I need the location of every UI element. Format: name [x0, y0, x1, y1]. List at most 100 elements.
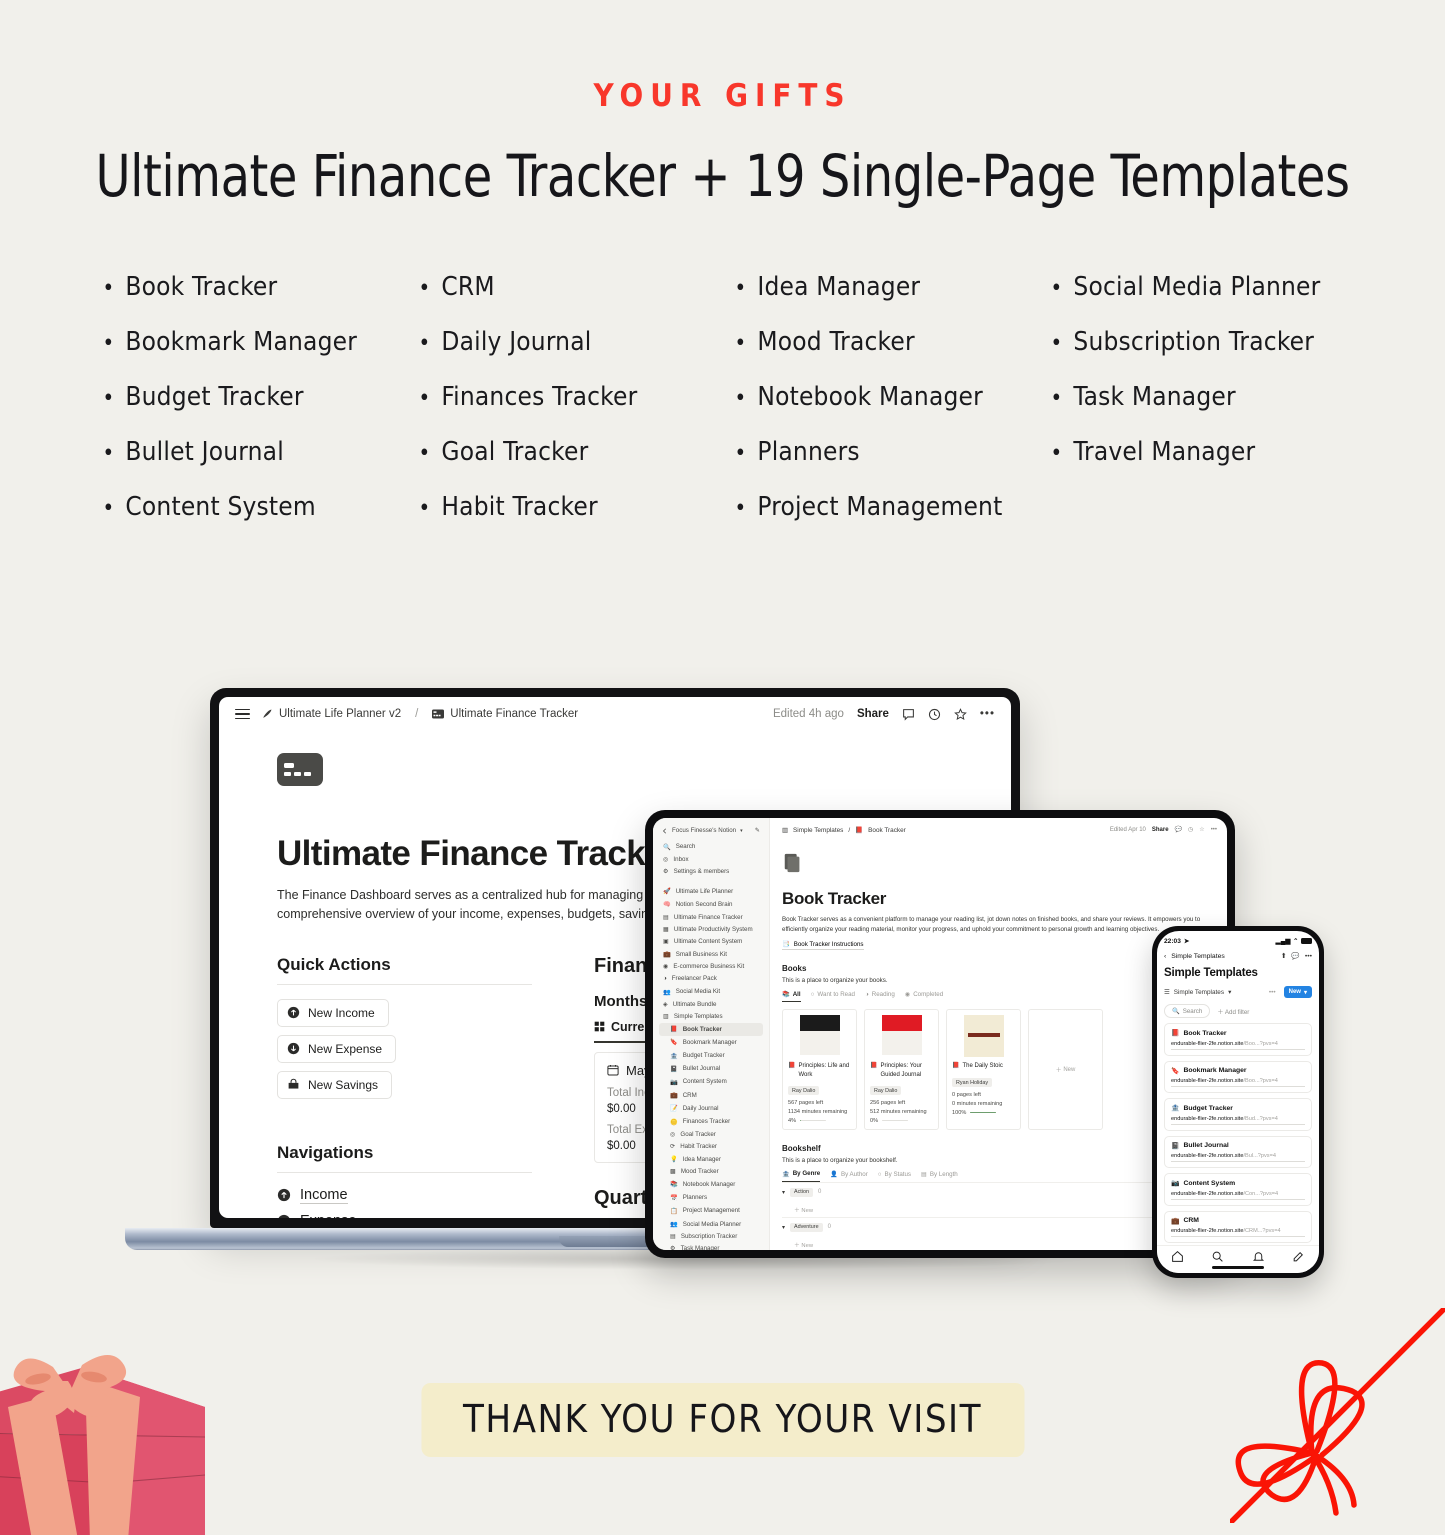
home-icon[interactable] — [1171, 1250, 1184, 1263]
sidebar-item-social-media-kit[interactable]: 👥 Social Media Kit — [659, 985, 763, 998]
sidebar-item-settings[interactable]: ⚙ Settings & members — [659, 865, 763, 877]
more-options-icon[interactable]: ••• — [1305, 953, 1312, 960]
sidebar-item-notion-second-brain[interactable]: 🧠 Notion Second Brain — [659, 898, 763, 911]
sidebar-item-subscription-tracker[interactable]: ▤ Subscription Tracker — [659, 1231, 763, 1243]
sidebar-item-mood-tracker[interactable]: ▩ Mood Tracker — [659, 1166, 763, 1178]
breadcrumb-item-page[interactable]: Ultimate Finance Tracker — [432, 708, 578, 720]
bookshelf-group[interactable]: ▾ Action 0 — [782, 1181, 1215, 1202]
sidebar-item-small-business-kit[interactable]: 💼 Small Business Kit — [659, 948, 763, 961]
sidebar-item-finances-tracker[interactable]: 🪙 Finances Tracker — [659, 1115, 763, 1128]
search-icon[interactable] — [1211, 1250, 1224, 1263]
bell-icon[interactable] — [1252, 1250, 1265, 1263]
bookshelf-group-new[interactable]: ＋ New — [782, 1237, 1215, 1250]
star-icon[interactable]: ☆ — [1199, 826, 1204, 833]
sidebar-item-goal-tracker[interactable]: ◎ Goal Tracker — [659, 1128, 763, 1140]
list-item[interactable]: 📓 Bullet Journal endurable-flier-2fe.noti… — [1164, 1135, 1312, 1168]
tab-by-author[interactable]: 👤 By Author — [830, 1170, 868, 1182]
bullet-icon: • — [418, 331, 431, 356]
tab-want-to-read[interactable]: ○ Want to Read — [811, 990, 855, 1002]
sidebar-item-search[interactable]: 🔍 Search — [659, 840, 763, 853]
breadcrumb-label[interactable]: Book Tracker — [868, 827, 906, 834]
bookshelf-group[interactable]: ▾ Adventure 0 — [782, 1216, 1215, 1237]
sidebar-item-inbox[interactable]: ◎ Inbox — [659, 853, 763, 865]
tab-by-genre[interactable]: 🏦 By Genre — [782, 1170, 821, 1182]
comment-icon[interactable]: 💬 — [1175, 826, 1182, 833]
list-item: • Finances Tracker — [419, 382, 735, 412]
sidebar-item-project-management[interactable]: 📋 Project Management — [659, 1204, 763, 1217]
more-options-icon[interactable]: ••• — [1269, 989, 1276, 996]
sidebar-item-planners[interactable]: 📅 Planners — [659, 1191, 763, 1204]
sidebar-item-book-tracker[interactable]: 📕 Book Tracker — [659, 1022, 763, 1036]
new-book-button[interactable]: ＋ New — [1028, 1009, 1103, 1130]
share-button[interactable]: Share — [857, 708, 889, 720]
share-button[interactable]: Share — [1152, 827, 1169, 833]
sidebar-item-ultimate-productivity-system[interactable]: ▦ Ultimate Productivity System — [659, 923, 763, 935]
database-name[interactable]: Simple Templates — [1174, 989, 1224, 996]
compose-icon[interactable]: ✎ — [755, 827, 760, 834]
tab-all[interactable]: 📚 All — [782, 990, 801, 1003]
list-item[interactable]: 📕 Book Tracker endurable-flier-2fe.notion… — [1164, 1023, 1312, 1056]
sidebar-item-simple-templates[interactable]: ▥ Simple Templates — [659, 1010, 763, 1022]
new-expense-button[interactable]: New Expense — [277, 1034, 397, 1063]
clock-icon[interactable] — [928, 708, 941, 721]
book-cover — [952, 1015, 1015, 1058]
sidebar-item-bullet-journal[interactable]: 📓 Bullet Journal — [659, 1062, 763, 1075]
book-card[interactable]: 📕 Principles: Life and Work Ray Dalio 567… — [782, 1009, 857, 1130]
collapse-icon — [662, 827, 667, 834]
sidebar-item-notebook-manager[interactable]: 📚 Notebook Manager — [659, 1178, 763, 1191]
sidebar-item-label: Simple Templates — [673, 1013, 723, 1021]
sidebar-item-budget-tracker[interactable]: 🏦 Budget Tracker — [659, 1049, 763, 1062]
sidebar-item-ultimate-finance-tracker[interactable]: ▤ Ultimate Finance Tracker — [659, 911, 763, 923]
menu-icon[interactable] — [235, 708, 250, 720]
breadcrumb-item-workspace[interactable]: Ultimate Life Planner v2 — [261, 708, 401, 720]
new-button[interactable]: New ▾ — [1283, 986, 1312, 998]
sidebar-item-ecommerce-business-kit[interactable]: ◉ E-commerce Business Kit — [659, 961, 763, 973]
sidebar-item-freelancer-pack[interactable]: ◑ Freelancer Pack — [659, 973, 763, 985]
comment-icon[interactable] — [902, 708, 915, 721]
tab-completed[interactable]: ◉ Completed — [905, 990, 943, 1002]
nav-item-expense[interactable]: Expense — [277, 1213, 532, 1218]
comment-icon[interactable]: 💬 — [1291, 952, 1299, 960]
back-label[interactable]: Simple Templates — [1171, 953, 1225, 960]
sidebar-item-task-manager[interactable]: ⚙ Task Manager — [659, 1243, 763, 1250]
tab-by-status[interactable]: ○ By Status — [878, 1170, 911, 1182]
tab-by-length[interactable]: ▤ By Length — [921, 1170, 958, 1182]
star-icon[interactable] — [954, 707, 967, 721]
more-options-icon[interactable]: ••• — [1211, 827, 1217, 833]
list-item[interactable]: 🔖 Bookmark Manager endurable-flier-2fe.no… — [1164, 1060, 1312, 1093]
sidebar-item-daily-journal[interactable]: 📝 Daily Journal — [659, 1102, 763, 1115]
sidebar-item-idea-manager[interactable]: 💡 Idea Manager — [659, 1153, 763, 1166]
book-card[interactable]: 📕 Principles: Your Guided Journal Ray Dal… — [864, 1009, 939, 1130]
list-item[interactable]: 💼 CRM endurable-flier-2fe.notion.site/CRM… — [1164, 1210, 1312, 1243]
tab-reading[interactable]: ◑ Reading — [865, 990, 895, 1002]
divider — [277, 983, 532, 985]
bookshelf-group-new[interactable]: ＋ New — [782, 1202, 1215, 1217]
more-options-icon[interactable]: ••• — [980, 708, 995, 720]
chevron-down-icon[interactable]: ▾ — [782, 1224, 785, 1231]
workspace-switcher[interactable]: Focus Finesse's Notion ▾ ✎ — [659, 825, 763, 840]
breadcrumb-label[interactable]: Simple Templates — [793, 827, 843, 834]
chevron-down-icon[interactable]: ▾ — [782, 1189, 785, 1196]
sidebar-item-habit-tracker[interactable]: ⟳ Habit Tracker — [659, 1140, 763, 1152]
list-item[interactable]: 📷 Content System endurable-flier-2fe.noti… — [1164, 1173, 1312, 1206]
book-card[interactable]: 📕 The Daily Stoic Ryan Holiday 0 pages le… — [946, 1009, 1021, 1130]
search-input[interactable]: 🔍 Search — [1164, 1004, 1211, 1018]
sidebar-item-ultimate-content-system[interactable]: ▣ Ultimate Content System — [659, 935, 763, 947]
add-filter-button[interactable]: ＋ Add filter — [1217, 1007, 1249, 1016]
sidebar-item-content-system[interactable]: 📷 Content System — [659, 1075, 763, 1088]
sidebar-item-social-media-planner[interactable]: 👥 Social Media Planner — [659, 1217, 763, 1230]
list-item[interactable]: 🏦 Budget Tracker endurable-flier-2fe.noti… — [1164, 1098, 1312, 1131]
sidebar-item-crm[interactable]: 💼 CRM — [659, 1089, 763, 1102]
back-icon[interactable]: ‹ — [1164, 953, 1166, 960]
compose-icon[interactable] — [1292, 1250, 1305, 1263]
sidebar-item-bookmark-manager[interactable]: 🔖 Bookmark Manager — [659, 1036, 763, 1049]
new-income-button[interactable]: New Income — [277, 998, 389, 1027]
chevron-down-icon[interactable]: ▾ — [1228, 988, 1231, 996]
new-savings-button[interactable]: New Savings — [277, 1070, 393, 1099]
sidebar-item-ultimate-life-planner[interactable]: 🚀 Ultimate Life Planner — [659, 885, 763, 898]
nav-item-income[interactable]: Income — [277, 1187, 532, 1204]
book-tracker-instructions-link[interactable]: 📑 Book Tracker Instructions — [782, 940, 864, 951]
share-icon[interactable]: ⬆ — [1281, 952, 1287, 960]
clock-icon[interactable]: ◷ — [1188, 826, 1193, 833]
sidebar-item-ultimate-bundle[interactable]: ◈ Ultimate Bundle — [659, 998, 763, 1010]
